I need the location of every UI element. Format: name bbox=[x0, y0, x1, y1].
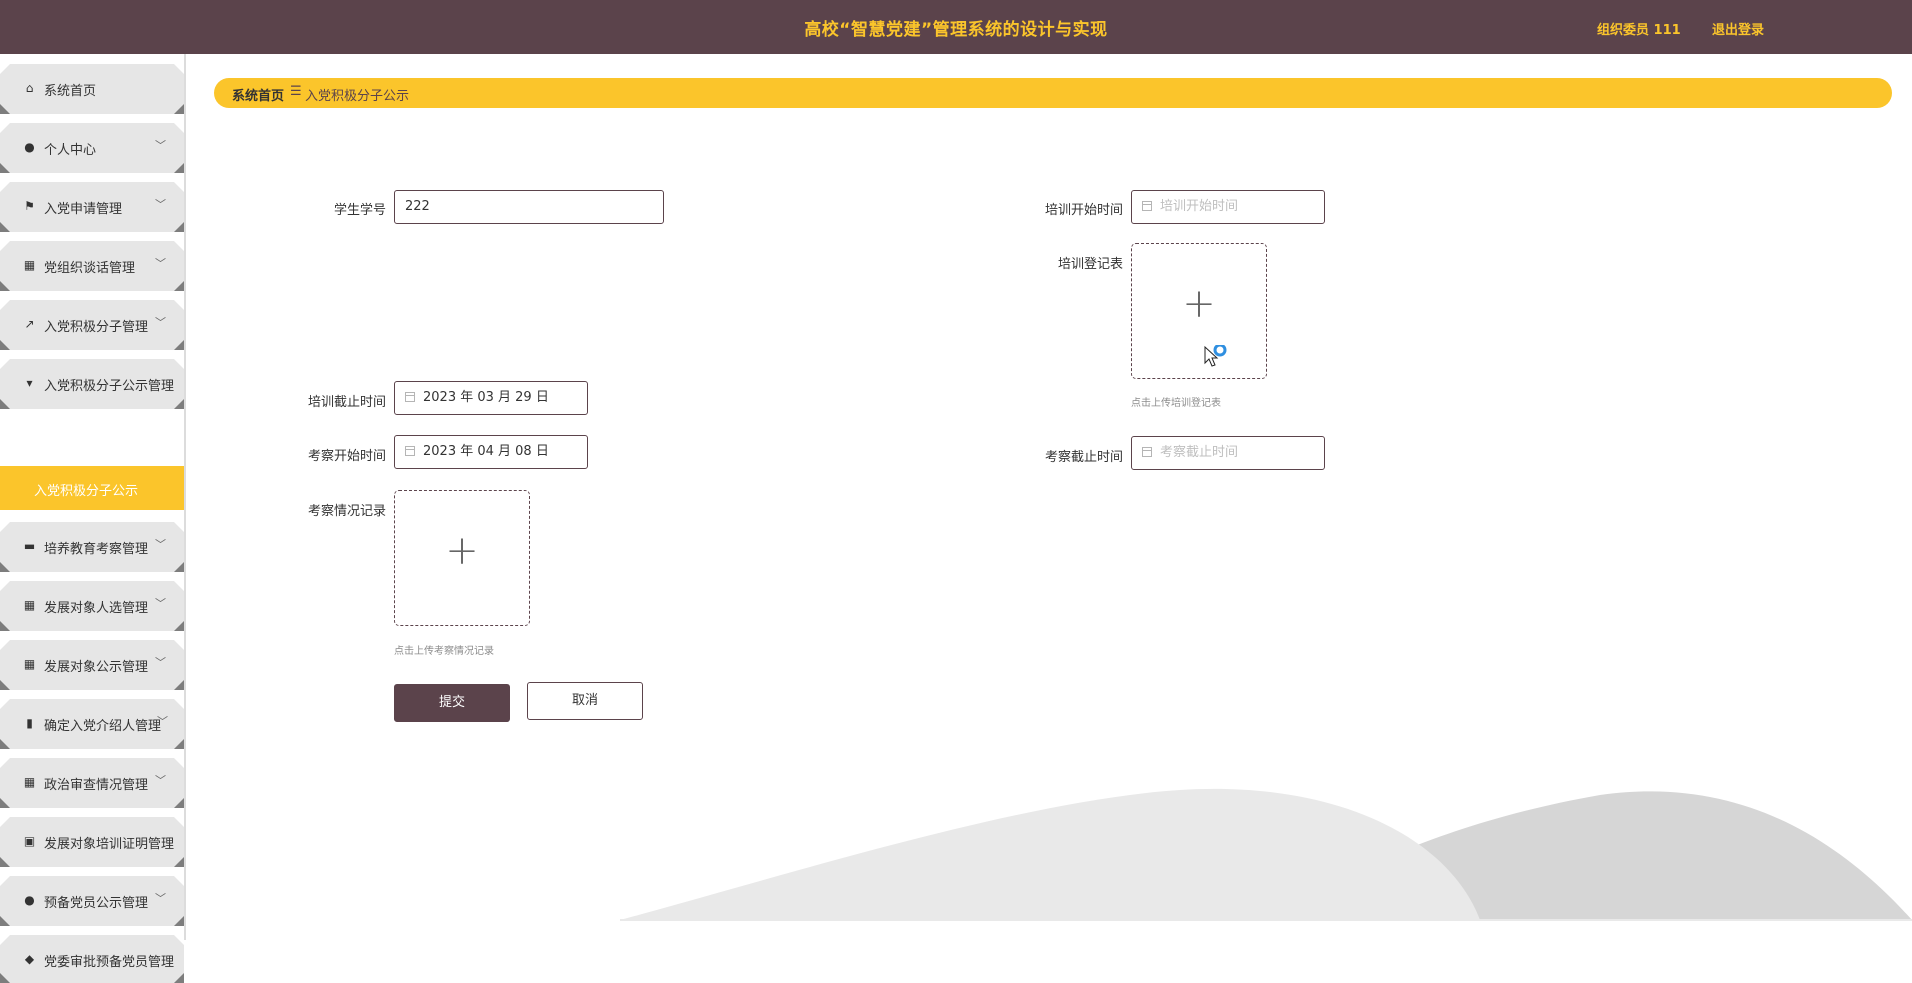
sidebar-item-candidate-announce[interactable]: ▦ 发展对象公示管理 ﹀ bbox=[0, 640, 184, 690]
sidebar-item-label: 入党申请管理 bbox=[44, 202, 123, 217]
sidebar-item-label: 确定入党介绍人管理 bbox=[44, 719, 162, 734]
sidebar-item-label: 入党积极分子公示管理 bbox=[44, 379, 175, 394]
inspect-record-upload-hint: 点击上传考察情况记录 bbox=[394, 646, 494, 657]
chevron-down-icon: ﹀ bbox=[155, 597, 166, 610]
submenu-item-label: 入党积极分子公示 bbox=[34, 484, 139, 499]
current-user: 组织委员 111 bbox=[1597, 23, 1681, 38]
grid-icon: ▦ bbox=[23, 258, 36, 272]
inspect-start-label: 考察开始时间 bbox=[307, 449, 386, 464]
sidebar-item-political-review[interactable]: ▦ 政治审查情况管理 ﹀ bbox=[0, 758, 184, 808]
user-icon: ● bbox=[24, 140, 35, 154]
chevron-down-icon: ﹀ bbox=[155, 316, 166, 329]
chevron-down-icon: ﹀ bbox=[157, 715, 168, 728]
chart-line-icon: ↗ bbox=[24, 317, 35, 331]
sidebar-item-probationary-announce[interactable]: ● 预备党员公示管理 ﹀ bbox=[0, 876, 184, 926]
training-start-placeholder: 培训开始时间 bbox=[1160, 199, 1239, 214]
chevron-down-icon: ﹀ bbox=[155, 656, 166, 669]
sidebar-item-label: 培养教育考察管理 bbox=[44, 542, 149, 557]
training-start-date-input[interactable]: 培训开始时间 bbox=[1131, 190, 1325, 224]
breadcrumb: 系统首页 ☰ 入党积极分子公示 bbox=[214, 78, 1892, 108]
inspect-start-value: 2023 年 04 月 08 日 bbox=[423, 444, 549, 459]
home-icon: ⌂ bbox=[25, 81, 34, 95]
briefcase-icon: ▬ bbox=[23, 539, 36, 553]
breadcrumb-separator-icon: ☰ bbox=[290, 84, 302, 99]
submit-button[interactable]: 提交 bbox=[394, 684, 510, 722]
training-form-label: 培训登记表 bbox=[1057, 257, 1123, 272]
student-id-label: 学生学号 bbox=[333, 203, 386, 218]
map-pin-icon: ◆ bbox=[24, 952, 35, 966]
sidebar-item-training[interactable]: ▬ 培养教育考察管理 ﹀ bbox=[0, 522, 184, 572]
mouse-cursor-icon bbox=[1204, 345, 1227, 367]
sidebar-item-home[interactable]: ⌂ 系统首页 bbox=[0, 64, 184, 114]
chevron-down-icon: ﹀ bbox=[155, 257, 166, 270]
sidebar-item-label: 发展对象培训证明管理 bbox=[44, 837, 175, 852]
grid-icon: ▦ bbox=[23, 598, 36, 612]
sidebar-item-introducers[interactable]: ▮ 确定入党介绍人管理 ﹀ bbox=[0, 699, 184, 749]
submenu-item-activist-announce[interactable]: 入党积极分子公示 bbox=[0, 466, 184, 510]
grid-icon: ▦ bbox=[23, 775, 36, 789]
sidebar-item-label: 发展对象人选管理 bbox=[44, 601, 149, 616]
flag-icon: ⚑ bbox=[24, 199, 35, 213]
sidebar-item-label: 党委审批预备党员管理 bbox=[44, 955, 175, 970]
student-id-input[interactable]: 222 bbox=[394, 190, 664, 224]
inspect-end-label: 考察截止时间 bbox=[1044, 450, 1123, 465]
grid-icon: ▦ bbox=[23, 657, 36, 671]
sidebar-item-candidates[interactable]: ▦ 发展对象人选管理 ﹀ bbox=[0, 581, 184, 631]
calendar-icon bbox=[405, 392, 415, 402]
training-start-label: 培训开始时间 bbox=[1044, 203, 1123, 218]
sidebar-item-activists[interactable]: ↗ 入党积极分子管理 ﹀ bbox=[0, 300, 184, 350]
breadcrumb-current: 入党积极分子公示 bbox=[305, 89, 410, 104]
sidebar-item-label: 个人中心 bbox=[44, 143, 97, 158]
inspect-start-date-input[interactable]: 2023 年 04 月 08 日 bbox=[394, 435, 588, 469]
sidebar-item-committee-approval[interactable]: ◆ 党委审批预备党员管理 bbox=[0, 935, 184, 983]
calendar-icon bbox=[1142, 201, 1152, 211]
brush-icon: ▾ bbox=[26, 376, 33, 390]
training-form-upload[interactable]: + bbox=[1131, 243, 1267, 379]
decorative-hills-image bbox=[620, 788, 1912, 921]
training-end-label: 培训截止时间 bbox=[307, 395, 386, 410]
bar-chart-icon: ▮ bbox=[26, 716, 33, 730]
sidebar-item-label: 入党积极分子管理 bbox=[44, 320, 149, 335]
logout-link[interactable]: 退出登录 bbox=[1712, 19, 1764, 38]
user-icon: ● bbox=[24, 893, 35, 907]
chevron-down-icon: ﹀ bbox=[155, 198, 166, 211]
sidebar-item-training-certificate[interactable]: ▣ 发展对象培训证明管理 bbox=[0, 817, 184, 867]
training-end-date-input[interactable]: 2023 年 03 月 29 日 bbox=[394, 381, 588, 415]
sidebar-item-personal-center[interactable]: ● 个人中心 ﹀ bbox=[0, 123, 184, 173]
sidebar-item-label: 政治审查情况管理 bbox=[44, 778, 149, 793]
sidebar-item-talks[interactable]: ▦ 党组织谈话管理 ﹀ bbox=[0, 241, 184, 291]
plus-icon: + bbox=[1182, 281, 1216, 327]
sidebar-item-application[interactable]: ⚑ 入党申请管理 ﹀ bbox=[0, 182, 184, 232]
sidebar-item-label: 系统首页 bbox=[44, 84, 97, 99]
breadcrumb-home-link[interactable]: 系统首页 bbox=[232, 85, 284, 104]
inspect-end-date-input[interactable]: 考察截止时间 bbox=[1131, 436, 1325, 470]
plus-icon: + bbox=[445, 528, 479, 574]
chevron-down-icon: ﹀ bbox=[155, 892, 166, 905]
sidebar-item-activist-announce[interactable]: ▾ 入党积极分子公示管理 bbox=[0, 359, 184, 409]
calendar-icon bbox=[1142, 447, 1152, 457]
sidebar: ⌂ 系统首页 ● 个人中心 ﹀ ⚑ 入党申请管理 ﹀ ▦ 党组织谈话管理 ﹀ ↗… bbox=[0, 54, 186, 983]
trash-icon: ▣ bbox=[23, 834, 36, 848]
chevron-down-icon: ﹀ bbox=[155, 538, 166, 551]
cancel-button[interactable]: 取消 bbox=[527, 682, 643, 720]
inspect-end-placeholder: 考察截止时间 bbox=[1160, 445, 1239, 460]
inspect-record-upload[interactable]: + bbox=[394, 490, 530, 626]
calendar-icon bbox=[405, 446, 415, 456]
inspect-record-label: 考察情况记录 bbox=[307, 504, 386, 519]
training-end-value: 2023 年 03 月 29 日 bbox=[423, 390, 549, 405]
sidebar-item-label: 发展对象公示管理 bbox=[44, 660, 149, 675]
top-header: 高校“智慧党建”管理系统的设计与实现 组织委员 111 退出登录 bbox=[0, 0, 1912, 54]
chevron-down-icon: ﹀ bbox=[155, 139, 166, 152]
training-form-upload-hint: 点击上传培训登记表 bbox=[1131, 398, 1221, 409]
chevron-down-icon: ﹀ bbox=[155, 774, 166, 787]
sidebar-item-label: 预备党员公示管理 bbox=[44, 896, 149, 911]
sidebar-item-label: 党组织谈话管理 bbox=[44, 261, 136, 276]
